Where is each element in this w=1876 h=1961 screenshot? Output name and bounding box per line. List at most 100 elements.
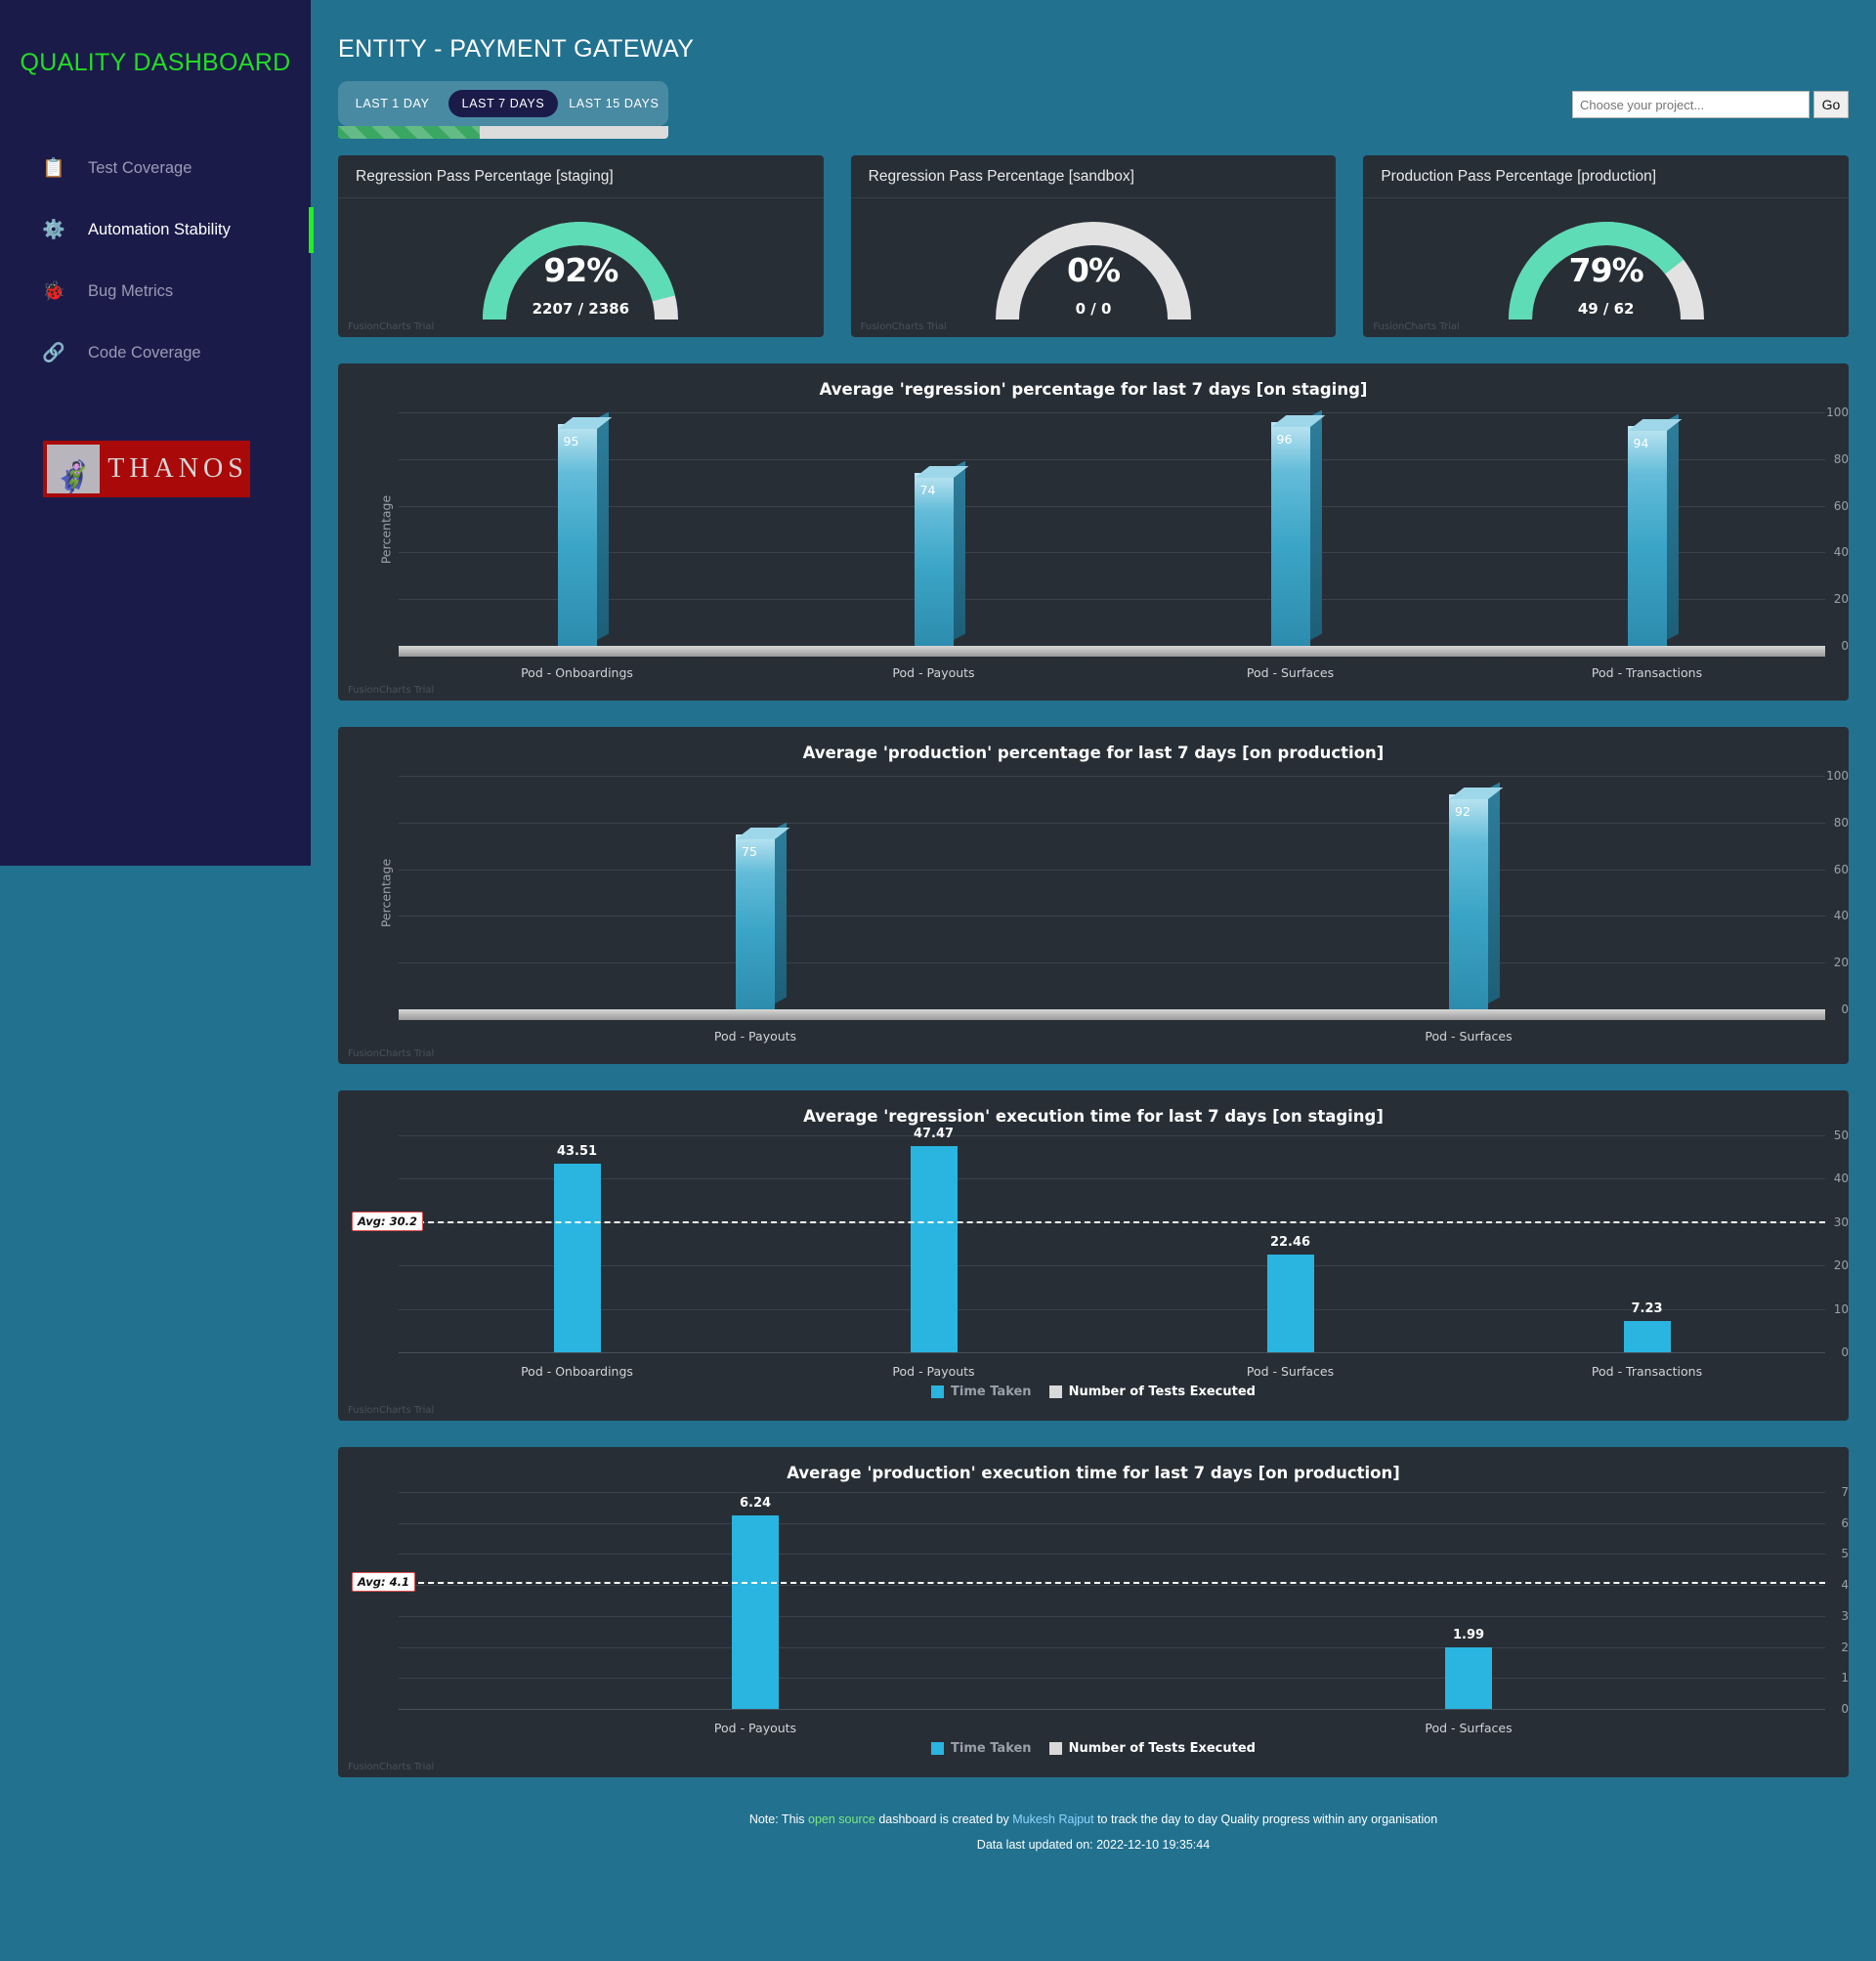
legend-item-time-taken[interactable]: Time Taken [931,1741,1032,1756]
chart-gridline [399,1646,1825,1648]
bar-front-face [557,423,597,646]
footer: Note: This open source dashboard is crea… [311,1777,1876,1872]
gauge-card-production: Production Pass Percentage [production] … [1363,155,1850,337]
legend-label: Number of Tests Executed [1068,1741,1256,1756]
chart-gridline [399,916,1825,917]
fusioncharts-watermark: FusionCharts Trial [348,321,435,332]
chart-panel-regression-execution-time: Average 'regression' execution time for … [338,1090,1849,1421]
range-progress-bar [338,126,668,139]
gauge-card-regression-sandbox: Regression Pass Percentage [sandbox] 0% … [850,155,1337,337]
bar-value-label: 43.51 [556,1143,598,1159]
y-axis-tick-label: 80 [1833,451,1849,466]
chart-gridline [399,1678,1825,1680]
sidebar-logo: 🦸 THANOS [43,441,311,497]
thanos-figure-icon: 🦸 [47,445,100,493]
tab-last-15-days[interactable]: LAST 15 DAYS [560,90,668,117]
chart-gridline [399,599,1825,601]
chart-bar[interactable] [1445,1646,1492,1709]
footer-note-mid: dashboard is created by [874,1812,1013,1826]
fusioncharts-watermark: FusionCharts Trial [1373,321,1460,332]
chart-bar[interactable]: 74 [914,460,968,646]
project-search-input[interactable] [1572,91,1810,118]
chart-title: Average 'production' execution time for … [787,1464,1400,1482]
y-axis-tick-label: 3 [1841,1608,1849,1623]
bar-value-label: 6.24 [739,1496,772,1512]
y-axis-tick-label: 1 [1841,1671,1849,1685]
brand-title: QUALITY DASHBOARD [20,49,291,76]
x-axis-category-label: Pod - Transactions [1591,665,1703,680]
chart-gridline [399,1615,1825,1617]
bar-value-label: 47.47 [913,1127,955,1142]
x-axis-category-label: Pod - Payouts [892,665,975,680]
chart-bar[interactable]: 96 [1270,409,1325,646]
date-range-tabs: LAST 1 DAY LAST 7 DAYS LAST 15 DAYS [338,81,668,126]
x-axis-category-label: Pod - Surfaces [1246,1364,1335,1379]
sidebar-item-code-coverage[interactable]: 🔗 Code Coverage [0,322,311,384]
legend-label: Time Taken [951,1741,1032,1756]
chart-panel-production-percentage: Average 'production' percentage for last… [338,727,1849,1064]
bar-value-label: 96 [1276,431,1293,447]
chart-bar[interactable] [553,1163,601,1352]
legend-item-tests-executed[interactable]: Number of Tests Executed [1048,1385,1256,1399]
bar-front-face [1449,794,1488,1009]
range-progress-fill [338,126,481,139]
y-axis-tick-label: 100 [1826,405,1849,419]
legend-swatch-icon [1048,1742,1062,1755]
gauge-card-regression-staging: Regression Pass Percentage [staging] 92%… [338,155,824,337]
legend-swatch-icon [931,1385,945,1398]
open-source-link[interactable]: open source [808,1812,875,1826]
chart-gridline [399,1135,1825,1136]
fusioncharts-watermark: FusionCharts Trial [348,1762,435,1772]
gauge-body: 92% 2207 / 2386 [338,198,824,337]
chart-gridline [399,1178,1825,1180]
chart-bar[interactable]: 75 [736,822,790,1009]
chart-gridline [399,1585,1825,1587]
dashboard-root: QUALITY DASHBOARD 📋 Test Coverage ⚙️ Aut… [0,0,1876,1961]
y-axis-tick-label: 20 [1833,1258,1849,1273]
y-axis-tick-label: 50 [1833,1129,1849,1142]
author-link[interactable]: Mukesh Rajput [1012,1812,1093,1826]
chart-bar[interactable] [910,1146,958,1352]
y-axis-tick-label: 7 [1841,1485,1849,1499]
chart-bar[interactable] [1623,1320,1671,1352]
gauge-value: 92% [543,251,618,289]
bar-side-face [775,822,787,1003]
chart-bar[interactable]: 95 [557,411,612,646]
chart-gridline [399,776,1825,777]
bar-side-face [596,411,609,640]
chart-plot-area: 0 10 20 30 40 50 43.51 Pod - Onboardings 47.47 Po… [338,1124,1849,1421]
bar-side-face [1488,782,1500,1003]
chart-floor [399,1009,1825,1020]
footer-note-suffix: to track the day to day Quality progress… [1093,1812,1438,1826]
y-axis-title: Percentage [378,494,394,564]
y-axis-tick-label: 80 [1833,815,1849,830]
fusioncharts-watermark: FusionCharts Trial [348,1048,435,1059]
chart-bar[interactable] [732,1515,779,1709]
x-axis-line [399,1352,1825,1353]
sidebar-item-label: Test Coverage [88,159,192,177]
x-axis-category-label: Pod - Surfaces [1246,665,1335,680]
go-button[interactable]: Go [1813,91,1849,118]
y-axis-tick-label: 5 [1841,1547,1849,1561]
tab-last-1-day[interactable]: LAST 1 DAY [338,90,447,117]
sidebar-item-test-coverage[interactable]: 📋 Test Coverage [0,138,311,199]
chart-bar[interactable]: 92 [1449,782,1504,1009]
tab-last-7-days[interactable]: LAST 7 DAYS [448,90,558,117]
y-axis-tick-label: 60 [1833,862,1849,876]
chart-bar[interactable] [1266,1255,1314,1352]
chart-gridline [399,962,1825,964]
sidebar-item-bug-metrics[interactable]: 🐞 Bug Metrics [0,261,311,322]
sidebar-item-label: Code Coverage [88,344,201,362]
chart-bar[interactable]: 94 [1627,413,1682,646]
bar-value-label: 22.46 [1269,1235,1311,1251]
gauge-value: 0% [1066,251,1121,289]
chart-panel-regression-percentage-staging: Average 'regression' percentage for last… [338,363,1849,701]
legend-item-tests-executed[interactable]: Number of Tests Executed [1048,1741,1256,1756]
gauge-production: 79% 49 / 62 [1499,210,1714,325]
gauge-body: 0% 0 / 0 [851,198,1337,337]
chart-plot-area: 0 20 40 60 80 100 Percentage 75 Pod - Payouts 92 P… [338,764,1849,1064]
legend-item-time-taken[interactable]: Time Taken [931,1385,1032,1399]
sidebar-item-automation-stability[interactable]: ⚙️ Automation Stability [0,199,314,261]
x-axis-category-label: Pod - Surfaces [1425,1029,1513,1044]
footer-note: Note: This open source dashboard is crea… [311,1807,1876,1832]
